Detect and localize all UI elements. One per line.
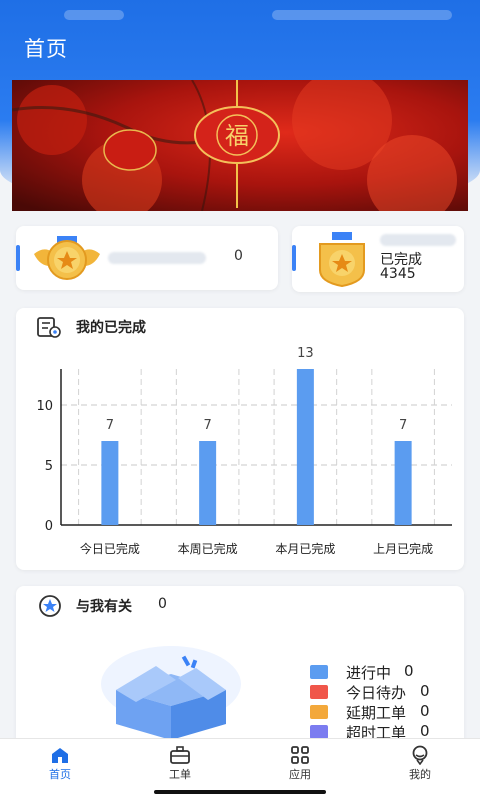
stat-value-right: 4345 (380, 266, 416, 282)
stat-value-left: 0 (234, 248, 243, 264)
bar-value-label: 7 (399, 418, 407, 433)
y-tick-label: 10 (36, 399, 53, 414)
legend-swatch (310, 665, 328, 679)
empty-box-illustration (101, 646, 241, 740)
completed-chart-card: 我的已完成 0 5 10 7 今日已完成 7 本周已完成 13 本月已完成 7 上月已完成 (16, 308, 464, 570)
apps-grid-icon (291, 746, 309, 764)
bar-value-label: 13 (297, 346, 314, 361)
gold-badge-icon (319, 232, 365, 288)
legend-count: 0 (420, 682, 430, 700)
legend-label: 进行中 (346, 664, 392, 682)
tab-label-home: 首页 (49, 768, 71, 781)
banner-image[interactable]: 福 (12, 80, 468, 211)
legend-swatch (310, 685, 328, 699)
tab-work-orders[interactable]: 工单 (120, 739, 240, 789)
home-icon (52, 748, 68, 763)
completed-bar-chart: 0 5 10 7 今日已完成 7 本周已完成 13 本月已完成 7 上月已完成 (36, 346, 452, 556)
status-bar-blurred-icons (272, 10, 452, 20)
legend-swatch (310, 705, 328, 719)
bar-value-label: 7 (106, 418, 114, 433)
bar-4 (394, 441, 412, 525)
page-title: 首页 (24, 37, 68, 61)
legend-label: 延期工单 (346, 704, 407, 722)
tab-apps[interactable]: 应用 (240, 739, 360, 789)
fu-lantern: 福 (194, 106, 280, 164)
home-indicator (154, 790, 326, 794)
blurred-stat-label (108, 252, 206, 264)
status-bar-blurred-time (64, 10, 124, 20)
y-tick-label: 0 (45, 519, 53, 534)
profile-icon (412, 745, 428, 765)
legend-count: 0 (420, 702, 430, 720)
tab-home[interactable]: 首页 (0, 739, 120, 789)
bar-value-label: 7 (203, 418, 211, 433)
stat-card-completed[interactable]: 已完成 4345 (292, 226, 464, 292)
star-circle-icon (39, 595, 61, 617)
bar-2 (199, 441, 217, 525)
legend-swatch (310, 725, 328, 739)
tab-label-apps: 应用 (289, 768, 311, 781)
x-tick-label: 本周已完成 (178, 541, 238, 556)
legend-count: 0 (404, 662, 414, 680)
bar-3 (296, 369, 314, 525)
tab-label-work-orders: 工单 (169, 768, 191, 781)
stat-card-pending[interactable]: 0 (16, 226, 278, 290)
bar-1 (101, 441, 119, 525)
related-section-title: 与我有关 (76, 599, 132, 615)
related-section-card: 与我有关 0 进行中 0 今日待办 0 延期工单 0 超时工单 0 (16, 586, 464, 756)
related-section-count: 0 (158, 596, 167, 612)
blurred-stat-title (380, 234, 456, 246)
status-bar (0, 0, 480, 30)
small-lantern (103, 129, 157, 171)
legend-label: 今日待办 (346, 684, 407, 702)
x-tick-label: 本月已完成 (275, 541, 335, 556)
y-tick-label: 5 (45, 459, 53, 474)
svg-text:福: 福 (225, 122, 249, 150)
tab-mine[interactable]: 我的 (360, 739, 480, 789)
briefcase-icon (170, 746, 190, 764)
x-tick-label: 今日已完成 (80, 541, 140, 556)
stat-accent-bar (16, 245, 20, 271)
stat-accent-bar (292, 245, 296, 271)
x-tick-label: 上月已完成 (373, 541, 433, 556)
gold-medal-icon (34, 236, 100, 280)
tab-label-mine: 我的 (409, 768, 431, 781)
